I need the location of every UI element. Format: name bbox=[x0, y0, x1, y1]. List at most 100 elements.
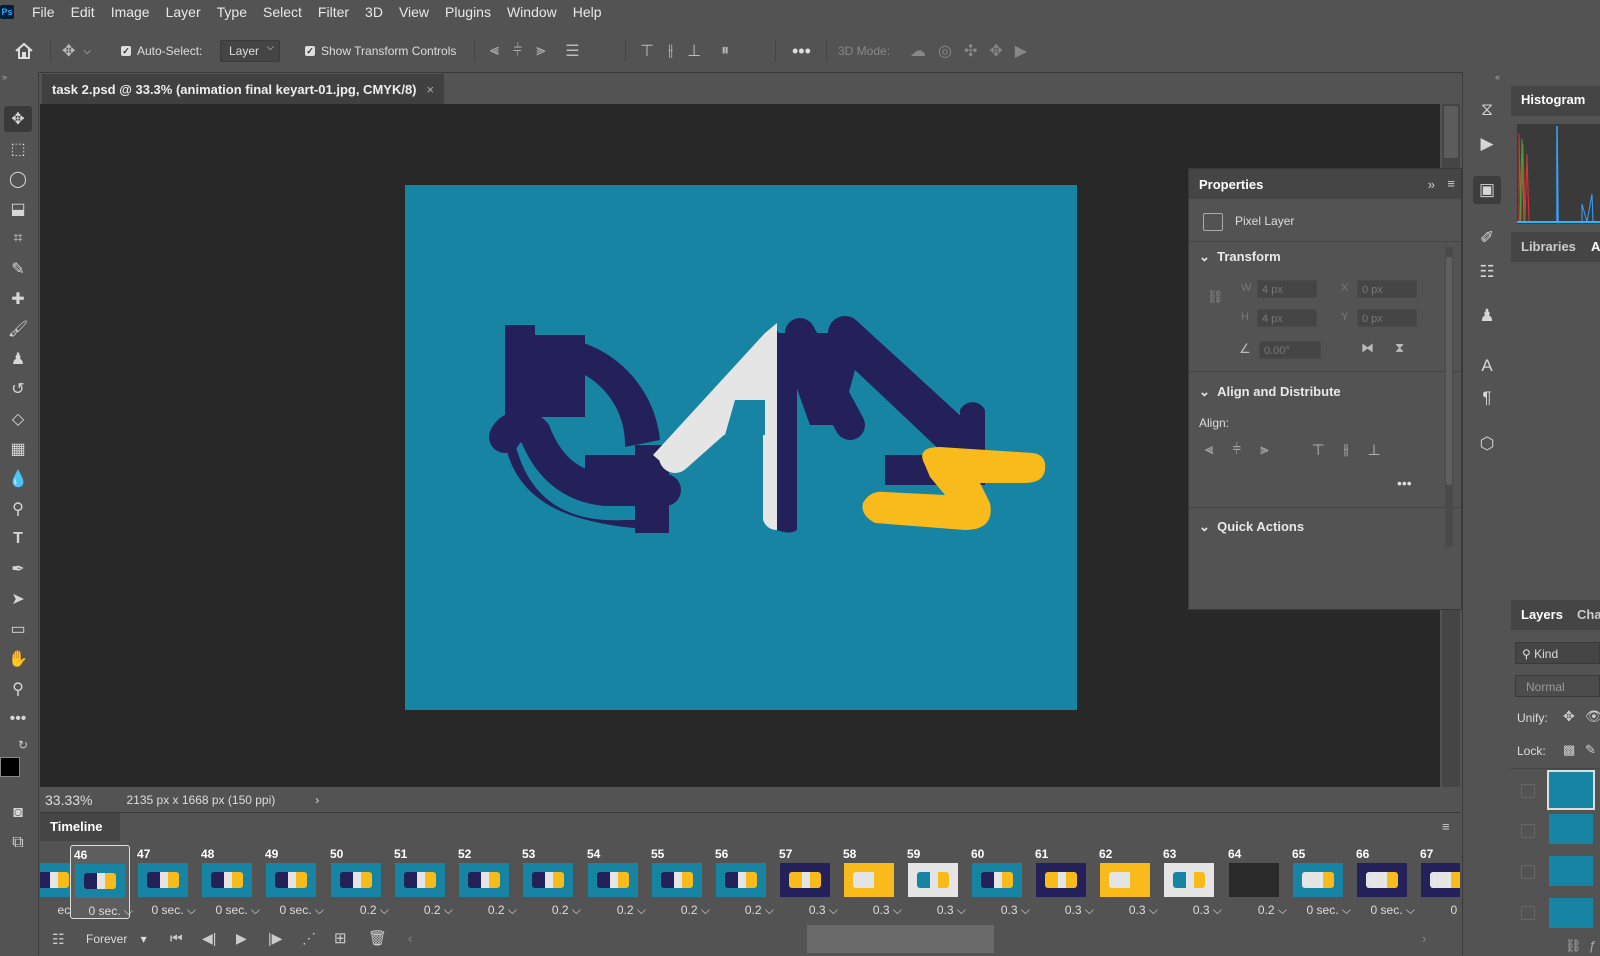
layer-filter-kind[interactable]: ⚲ Kind bbox=[1515, 642, 1600, 664]
lock-pixels-icon[interactable]: ✎ bbox=[1585, 742, 1596, 758]
timeline-frame[interactable]: 54 0.2 ⌵ bbox=[584, 845, 646, 917]
align-top-icon[interactable]: ⊤ bbox=[640, 41, 654, 61]
frame-duration[interactable]: 0 sec. ⌵ bbox=[198, 903, 260, 918]
history-panel-icon[interactable]: ⧖ bbox=[1473, 96, 1501, 124]
loop-dropdown[interactable]: Forever ▾ bbox=[86, 932, 147, 946]
quick-actions-header[interactable]: ⌄ Quick Actions bbox=[1199, 519, 1304, 535]
menu-filter[interactable]: Filter bbox=[310, 0, 357, 24]
character-panel-icon[interactable]: A bbox=[1473, 352, 1501, 380]
flip-horizontal-icon[interactable]: ⧓ bbox=[1361, 340, 1374, 356]
menu-window[interactable]: Window bbox=[499, 0, 565, 24]
lasso-tool-icon[interactable]: ◯ bbox=[4, 166, 32, 192]
lock-transparent-icon[interactable]: ▩ bbox=[1563, 742, 1575, 758]
properties-scrollbar[interactable] bbox=[1445, 247, 1453, 547]
paragraph-panel-icon[interactable]: ¶ bbox=[1473, 384, 1501, 412]
timeline-frame[interactable]: 53 0.2 ⌵ bbox=[519, 845, 581, 917]
menu-edit[interactable]: Edit bbox=[63, 0, 103, 24]
timeline-frame[interactable]: 64 0.2 ⌵ bbox=[1225, 845, 1287, 917]
properties-panel-icon[interactable]: ▣ bbox=[1473, 176, 1501, 204]
scroll-right-icon[interactable]: › bbox=[1422, 931, 1426, 946]
more-options-icon[interactable]: ••• bbox=[792, 30, 811, 72]
timeline-frame[interactable]: 67 0 s ⌵ bbox=[1417, 845, 1460, 917]
timeline-frame[interactable]: 48 0 sec. ⌵ bbox=[198, 845, 260, 917]
timeline-frame[interactable]: 52 0.2 ⌵ bbox=[455, 845, 517, 917]
timeline-frame[interactable]: 50 0.2 ⌵ bbox=[327, 845, 389, 917]
x-field[interactable]: 0 px bbox=[1357, 280, 1417, 298]
layer-style-icon[interactable]: ƒ bbox=[1589, 938, 1596, 953]
3d-roll-icon[interactable]: ◎ bbox=[938, 41, 952, 61]
frame-duration[interactable]: 0 sec. ⌵ bbox=[262, 903, 324, 918]
timeline-frame[interactable]: 62 0.3 ⌵ bbox=[1096, 845, 1158, 917]
eyedropper-tool-icon[interactable]: ✎ bbox=[4, 256, 32, 282]
frame-duration[interactable]: 0.2 ⌵ bbox=[455, 903, 517, 918]
delete-frame-icon[interactable]: 🗑 bbox=[368, 929, 387, 947]
angle-field[interactable]: 0.00° bbox=[1259, 341, 1321, 359]
align-right-icon[interactable]: ⫸ bbox=[536, 42, 545, 60]
duplicate-frame-icon[interactable]: ⊞ bbox=[334, 929, 347, 947]
menu-3d[interactable]: 3D bbox=[357, 0, 391, 24]
transform-section-header[interactable]: ⌄ Transform bbox=[1199, 249, 1281, 265]
quick-mask-icon[interactable]: ◙ bbox=[4, 800, 32, 826]
layer-visibility-toggle[interactable] bbox=[1521, 784, 1535, 798]
frame-duration[interactable]: 0.3 ⌵ bbox=[776, 903, 838, 918]
menu-layer[interactable]: Layer bbox=[158, 0, 209, 24]
unify-position-icon[interactable]: ✥ bbox=[1563, 708, 1575, 725]
object-select-tool-icon[interactable]: ⬓ bbox=[4, 196, 32, 222]
frame-duration[interactable]: 0 sec. ⌵ bbox=[1353, 903, 1415, 918]
layer-thumbnail[interactable] bbox=[1549, 898, 1593, 928]
show-transform-checkbox[interactable]: ✓ Show Transform Controls bbox=[305, 30, 456, 72]
timeline-frame[interactable]: 66 0 sec. ⌵ bbox=[1353, 845, 1415, 917]
move-tool-icon[interactable]: ✥ ⌵ bbox=[62, 30, 91, 72]
layer-visibility-toggle[interactable] bbox=[1521, 824, 1535, 838]
hand-tool-icon[interactable]: ✋ bbox=[4, 646, 32, 672]
menu-plugins[interactable]: Plugins bbox=[437, 0, 499, 24]
tab-layers[interactable]: Layers bbox=[1521, 607, 1563, 622]
align-section-header[interactable]: ⌄ Align and Distribute bbox=[1199, 384, 1341, 400]
align-bottom-icon[interactable]: ⊥ bbox=[687, 41, 701, 61]
3d-slide-icon[interactable]: ✥ bbox=[989, 41, 1002, 61]
dodge-tool-icon[interactable]: ⚲ bbox=[4, 496, 32, 522]
menu-type[interactable]: Type bbox=[209, 0, 255, 24]
eraser-tool-icon[interactable]: ◇ bbox=[4, 406, 32, 432]
align-left-icon[interactable]: ⫷ bbox=[490, 42, 499, 60]
layer-visibility-toggle[interactable] bbox=[1521, 865, 1535, 879]
layer-visibility-toggle[interactable] bbox=[1521, 906, 1535, 920]
frame-duration[interactable]: 0.2 ⌵ bbox=[327, 903, 389, 918]
timeline-frame[interactable]: 61 0.3 ⌵ bbox=[1032, 845, 1094, 917]
crop-tool-icon[interactable]: ⌗ bbox=[4, 226, 32, 252]
frame-duration[interactable]: 0.3 ⌵ bbox=[1032, 903, 1094, 918]
blend-mode-dropdown[interactable]: Normal bbox=[1515, 675, 1600, 697]
timeline-frame[interactable]: 59 0.3 ⌵ bbox=[904, 845, 966, 917]
frame-duration[interactable]: 0.3 ⌵ bbox=[968, 903, 1030, 918]
play-icon[interactable]: ▶ bbox=[236, 930, 247, 947]
foreground-color-swatch[interactable] bbox=[0, 757, 20, 777]
brush-tool-icon[interactable]: 🖌 bbox=[4, 316, 32, 342]
3d-pan-icon[interactable]: ✣ bbox=[964, 41, 977, 61]
timeline-frame[interactable]: 49 0 sec. ⌵ bbox=[262, 845, 324, 917]
document-canvas[interactable] bbox=[405, 185, 1077, 710]
layer-thumbnail[interactable] bbox=[1549, 856, 1593, 886]
panel-align-top-icon[interactable]: ⊤ bbox=[1312, 441, 1325, 459]
collapse-toolbar-icon[interactable]: » bbox=[2, 72, 7, 82]
move-tool-icon[interactable]: ✥ bbox=[4, 106, 32, 132]
layer-thumbnail[interactable] bbox=[1549, 814, 1593, 844]
tween-icon[interactable]: ⋰ bbox=[302, 930, 316, 947]
frame-duration[interactable]: 0 sec. ⌵ bbox=[71, 904, 133, 919]
timeline-scroll-thumb[interactable] bbox=[807, 925, 994, 953]
healing-brush-tool-icon[interactable]: ✚ bbox=[4, 286, 32, 312]
frame-duration[interactable]: 0.2 ⌵ bbox=[391, 903, 453, 918]
brushes-panel-icon[interactable]: ✐ bbox=[1473, 224, 1501, 252]
frame-duration[interactable]: 0.3 ⌵ bbox=[840, 903, 902, 918]
convert-to-video-icon[interactable]: ☷ bbox=[52, 931, 65, 948]
link-icon[interactable]: ⛓ bbox=[1207, 289, 1224, 305]
type-tool-icon[interactable]: T bbox=[4, 526, 32, 552]
panel-menu-icon[interactable]: ≡ bbox=[1447, 176, 1455, 191]
panel-align-bottom-icon[interactable]: ⊥ bbox=[1368, 441, 1381, 459]
3d-panel-icon[interactable]: ⬡ bbox=[1473, 430, 1501, 458]
menu-image[interactable]: Image bbox=[103, 0, 158, 24]
auto-select-dropdown[interactable]: Layer bbox=[220, 30, 281, 72]
gradient-tool-icon[interactable]: ▦ bbox=[4, 436, 32, 462]
timeline-frame[interactable]: 58 0.3 ⌵ bbox=[840, 845, 902, 917]
collapse-strip-icon[interactable]: « bbox=[1495, 72, 1500, 82]
clone-source-panel-icon[interactable]: ♟ bbox=[1473, 302, 1501, 330]
